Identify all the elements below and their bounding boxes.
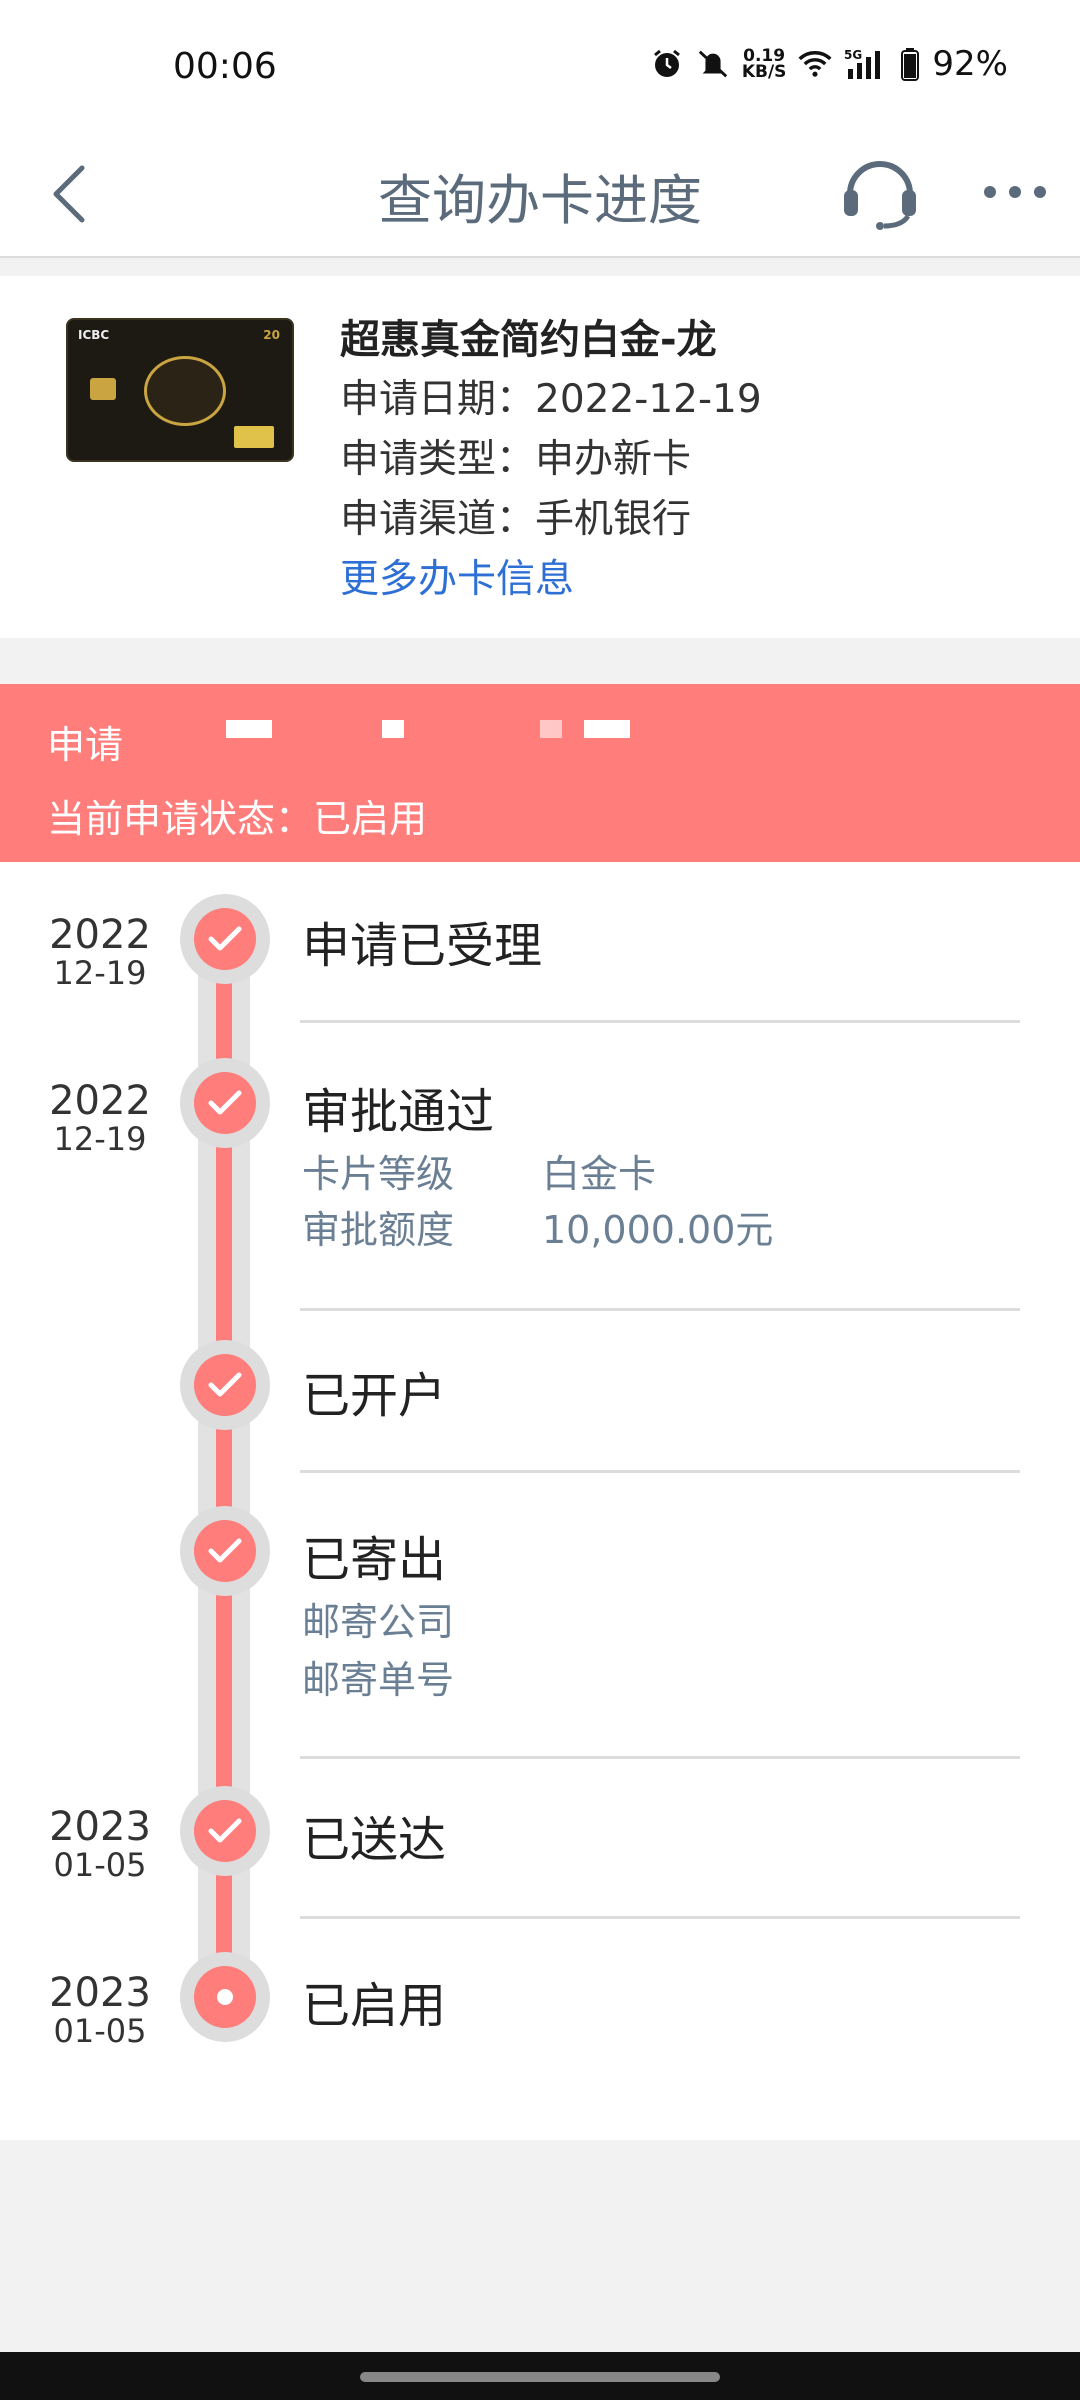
card-details: 超惠真金简约白金-龙 申请日期：2022-12-19 申请类型：申办新卡 申请渠… bbox=[340, 310, 762, 610]
step-title: 已送达 bbox=[302, 1812, 447, 1868]
current-status-line: 当前申请状态：已启用 bbox=[47, 797, 428, 841]
nav-bar: 查询办卡进度 bbox=[0, 130, 1080, 258]
step-check-node bbox=[180, 1786, 270, 1876]
progress-timeline: 2022 12-19 申请已受理 2022 12-19 审批通过 卡片等级 白金卡… bbox=[0, 862, 1080, 2140]
card-level-label: 卡片等级 bbox=[302, 1152, 455, 1196]
divider bbox=[300, 1308, 1020, 1311]
step-title: 审批通过 bbox=[302, 1084, 495, 1140]
step-date: 2022 12-19 bbox=[30, 914, 170, 990]
dragon-emblem-icon bbox=[144, 356, 226, 426]
step-current-node bbox=[180, 1952, 270, 2042]
checkmark-icon bbox=[208, 926, 242, 951]
more-options-button[interactable] bbox=[980, 162, 1050, 222]
step-year: 2022 bbox=[49, 1078, 151, 1124]
redaction-mark bbox=[540, 720, 562, 738]
battery-icon bbox=[900, 47, 920, 81]
tracking-number-label: 邮寄单号 bbox=[302, 1658, 455, 1702]
status-icons: 0.19 KB/S 5G 92% bbox=[650, 44, 1008, 84]
step-date: 2023 01-05 bbox=[30, 1806, 170, 1882]
step-title: 申请已受理 bbox=[302, 918, 543, 974]
card-info-section: ICBC 20 超惠真金简约白金-龙 申请日期：2022-12-19 申请类型：… bbox=[0, 276, 1080, 638]
step-year: 2023 bbox=[49, 1970, 151, 2016]
card-brand-logo: ICBC bbox=[78, 328, 110, 342]
status-banner: 申请 当前申请状态：已启用 bbox=[0, 684, 1080, 862]
system-navigation-bar bbox=[0, 2352, 1080, 2400]
step-detail-row: 审批额度 10,000.00元 bbox=[302, 1202, 773, 1258]
network-type: 5G bbox=[844, 48, 862, 62]
status-bar: 00:06 0.19 KB/S 5G 92% bbox=[0, 0, 1080, 130]
battery-level: 92% bbox=[932, 44, 1008, 84]
step-year: 2023 bbox=[49, 1804, 151, 1850]
alarm-icon bbox=[650, 47, 684, 81]
credit-limit-label: 审批额度 bbox=[302, 1208, 455, 1252]
step-check-node bbox=[180, 1058, 270, 1148]
signal-icon: 5G bbox=[844, 47, 888, 81]
status-time: 00:06 bbox=[173, 46, 277, 87]
checkmark-icon bbox=[208, 1818, 242, 1843]
banner-application-line: 申请 bbox=[47, 723, 124, 767]
unionpay-logo-icon bbox=[234, 426, 274, 448]
step-detail-row: 卡片等级 白金卡 bbox=[302, 1146, 656, 1202]
step-month-day: 01-05 bbox=[53, 1846, 147, 1884]
step-year: 2022 bbox=[49, 912, 151, 958]
redaction-mark bbox=[226, 720, 272, 738]
step-month-day: 12-19 bbox=[53, 1120, 147, 1158]
step-check-node bbox=[180, 1340, 270, 1430]
customer-service-button[interactable] bbox=[838, 150, 922, 234]
redaction-mark bbox=[382, 720, 404, 738]
checkmark-icon bbox=[208, 1538, 242, 1563]
step-title: 已寄出 bbox=[302, 1532, 447, 1588]
step-title: 已开户 bbox=[302, 1368, 447, 1424]
step-check-node bbox=[180, 1506, 270, 1596]
step-month-day: 01-05 bbox=[53, 2012, 147, 2050]
checkmark-icon bbox=[208, 1372, 242, 1397]
more-dots-icon bbox=[984, 186, 1046, 198]
net-speed: 0.19 KB/S bbox=[741, 48, 787, 82]
checkmark-icon bbox=[208, 1090, 242, 1115]
step-check-node bbox=[180, 894, 270, 984]
wifi-icon bbox=[798, 47, 832, 81]
apply-channel: 申请渠道：手机银行 bbox=[340, 497, 692, 542]
step-month-day: 12-19 bbox=[53, 954, 147, 992]
apply-type: 申请类型：申办新卡 bbox=[340, 437, 692, 482]
step-title: 已启用 bbox=[302, 1978, 447, 2034]
net-speed-unit: KB/S bbox=[741, 62, 787, 82]
redaction-mark bbox=[584, 720, 630, 738]
divider bbox=[300, 1916, 1020, 1919]
step-date: 2022 12-19 bbox=[30, 1080, 170, 1156]
divider bbox=[300, 1756, 1020, 1759]
credit-limit-value: 10,000.00元 bbox=[542, 1208, 774, 1252]
shipping-company-label: 邮寄公司 bbox=[302, 1600, 455, 1644]
step-date: 2023 01-05 bbox=[30, 1972, 170, 2048]
card-image: ICBC 20 bbox=[66, 318, 294, 462]
card-name: 超惠真金简约白金-龙 bbox=[340, 317, 717, 363]
home-indicator[interactable] bbox=[360, 2372, 720, 2382]
divider bbox=[300, 1020, 1020, 1023]
headset-icon bbox=[844, 161, 916, 230]
apply-date: 申请日期：2022-12-19 bbox=[340, 377, 762, 422]
card-level-value: 白金卡 bbox=[542, 1152, 657, 1196]
card-image-number: 20 bbox=[263, 328, 280, 342]
mute-icon bbox=[696, 47, 730, 81]
divider bbox=[300, 1470, 1020, 1473]
more-card-info-link[interactable]: 更多办卡信息 bbox=[340, 550, 762, 610]
current-dot-icon bbox=[217, 1989, 233, 2005]
card-chip-icon bbox=[90, 378, 116, 400]
